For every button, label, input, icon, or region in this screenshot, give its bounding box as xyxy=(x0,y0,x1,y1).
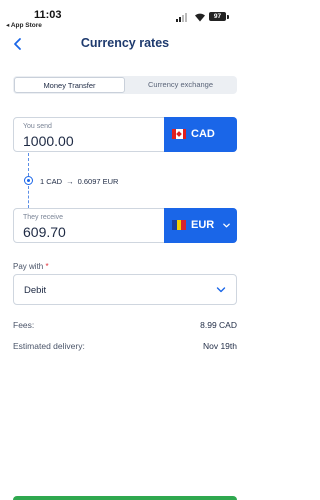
fees-value: 8.99 CAD xyxy=(200,320,237,330)
wifi-icon xyxy=(195,13,205,22)
fees-row: Fees: 8.99 CAD xyxy=(13,320,237,334)
header: Currency rates xyxy=(0,30,250,58)
rate-from: 1 CAD xyxy=(40,177,63,186)
payment-method-value: Debit xyxy=(24,285,47,296)
pay-with-label: Pay with * xyxy=(13,262,49,271)
tab-currency-exchange[interactable]: Currency exchange xyxy=(125,77,236,93)
delivery-row: Estimated delivery: Nov 19th xyxy=(13,341,237,355)
send-currency-code: CAD xyxy=(191,128,215,140)
page-title: Currency rates xyxy=(80,36,170,50)
tab-money-transfer[interactable]: Money Transfer xyxy=(14,77,125,93)
receive-label: They receive xyxy=(23,214,64,221)
receive-currency-selector[interactable]: EUR xyxy=(164,208,237,243)
payment-method-select[interactable]: Debit xyxy=(13,274,237,305)
transfer-type-tabs: Money Transfer Currency exchange xyxy=(13,76,237,94)
fees-label: Fees: xyxy=(13,320,35,330)
send-amount-card: You send 1000.00 CAD xyxy=(13,117,237,152)
cellular-signal-icon xyxy=(176,13,187,22)
battery-icon: 97 xyxy=(209,12,226,21)
required-marker: * xyxy=(45,262,49,271)
arrow-right-icon: → xyxy=(66,177,74,186)
rate-to: 0.6097 EUR xyxy=(77,177,119,186)
status-time: 11:03 xyxy=(34,9,62,21)
send-currency-selector[interactable]: CAD xyxy=(164,117,237,152)
back-to-app-store-link[interactable]: ◂ App Store xyxy=(6,21,42,29)
status-bar: 11:03 ◂ App Store 97 xyxy=(0,0,250,30)
rate-connector-line xyxy=(28,153,29,176)
rate-connector-line xyxy=(28,186,29,208)
send-amount-input[interactable]: 1000.00 xyxy=(23,133,74,149)
chevron-down-icon xyxy=(216,287,226,293)
battery-tip xyxy=(227,14,229,19)
chevron-down-icon xyxy=(223,223,230,228)
delivery-value: Nov 19th xyxy=(202,341,237,351)
exchange-rate: 1 CAD → 0.6097 EUR xyxy=(40,177,118,186)
continue-button[interactable] xyxy=(13,496,237,500)
receive-currency-code: EUR xyxy=(191,219,215,231)
receive-amount-card: They receive 609.70 EUR xyxy=(13,208,237,243)
receive-amount-input[interactable]: 609.70 xyxy=(23,224,66,240)
pay-with-label-text: Pay with xyxy=(13,262,44,271)
send-label: You send xyxy=(23,123,52,130)
rate-dot-icon xyxy=(24,176,33,185)
canada-flag-icon xyxy=(172,129,186,139)
romania-flag-icon xyxy=(172,220,187,230)
delivery-label: Estimated delivery: xyxy=(13,341,85,351)
